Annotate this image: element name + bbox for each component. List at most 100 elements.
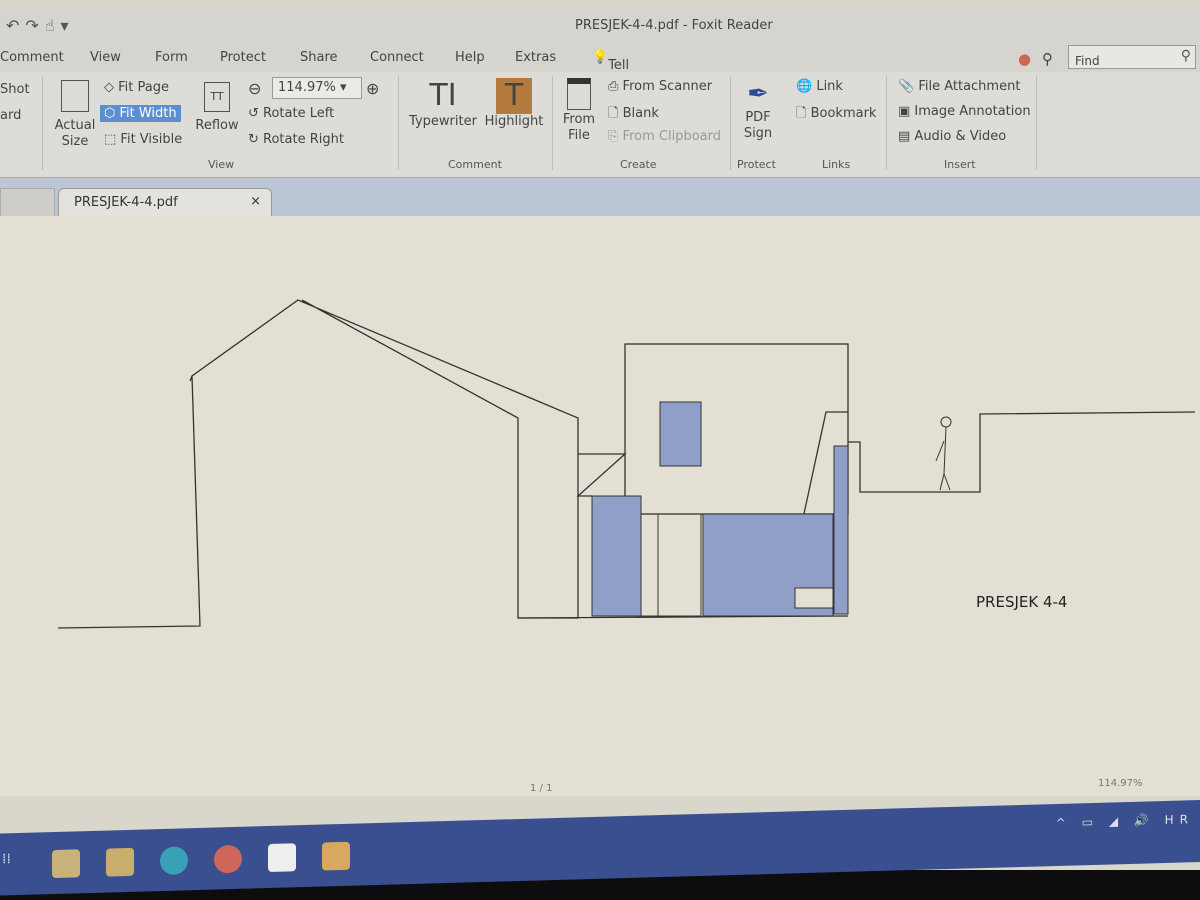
window <box>659 401 702 467</box>
reflow-button[interactable]: TT Reflow <box>194 82 240 134</box>
file-icon <box>567 78 591 110</box>
zoom-value: 114.97% <box>278 80 336 95</box>
highlight-label: Highlight <box>484 114 544 129</box>
task-view-icon[interactable]: ⁞⁞ <box>2 851 30 880</box>
rotate-left-button[interactable]: ↺ Rotate Left <box>248 106 334 121</box>
ribbon: Shot ard Actual Size ◇ Fit Page ⬡ Fit Wi… <box>0 72 1200 178</box>
audio-video-label: Audio & Video <box>914 129 1007 144</box>
actual-size-label: Actual Size <box>54 118 96 149</box>
highlight-button[interactable]: T Highlight <box>484 78 544 130</box>
window-title: PRESJEK-4-4.pdf - Foxit Reader <box>575 18 773 33</box>
firefox-icon[interactable] <box>214 844 242 874</box>
from-scanner-button[interactable]: ⎙ From Scanner <box>608 79 712 94</box>
pdf-sign-label: PDF Sign <box>743 110 773 141</box>
language-indicator[interactable]: HR <box>1165 812 1194 827</box>
foxit-icon[interactable] <box>322 841 350 871</box>
from-file-button[interactable]: From File <box>560 78 598 144</box>
page-icon <box>61 80 89 112</box>
fit-visible-button[interactable]: ⬚ Fit Visible <box>104 132 182 147</box>
fit-width-button[interactable]: ⬡ Fit Width <box>100 105 181 122</box>
image-annotation-label: Image Annotation <box>914 104 1031 119</box>
fit-width-label: Fit Width <box>119 106 177 121</box>
typewriter-label: Typewriter <box>409 114 477 129</box>
fit-page-button[interactable]: ◇ Fit Page <box>104 80 169 95</box>
rotate-right-label: Rotate Right <box>263 132 344 147</box>
skin-icon[interactable]: ● <box>1018 50 1031 68</box>
group-protect-label: Protect <box>737 158 776 171</box>
left-wall-fill <box>591 495 642 617</box>
menu-help[interactable]: Help <box>455 50 485 65</box>
rotate-right-button[interactable]: ↻ Rotate Right <box>248 132 344 147</box>
from-file-label: From File <box>562 112 596 143</box>
upper-volume <box>624 343 849 515</box>
group-comment-label: Comment <box>448 158 502 171</box>
menu-extras[interactable]: Extras <box>515 50 556 65</box>
actual-size-button[interactable]: Actual Size <box>52 80 98 150</box>
menu-form[interactable]: Form <box>155 50 188 65</box>
bookmark-button[interactable]: 🗋 Bookmark <box>796 104 876 126</box>
screen: ↶↷☝▾ PRESJEK-4-4.pdf - Foxit Reader Comm… <box>0 0 1200 870</box>
group-insert-label: Insert <box>944 158 976 171</box>
tab-label: PRESJEK-4-4.pdf <box>74 195 178 210</box>
search-options-icon[interactable]: ⚲ <box>1042 50 1053 68</box>
group-create-label: Create <box>620 158 657 171</box>
tab-document[interactable]: PRESJEK-4-4.pdf × <box>58 188 272 216</box>
file-attachment-label: File Attachment <box>918 79 1021 94</box>
audio-video-button[interactable]: ▤ Audio & Video <box>898 129 1006 144</box>
fit-visible-label: Fit Visible <box>120 132 183 147</box>
document-view[interactable]: PRESJEK 4-4 <box>0 216 1200 796</box>
clipboard-button[interactable]: ard <box>0 108 21 123</box>
section-label: PRESJEK 4-4 <box>976 593 1068 611</box>
fit-page-label: Fit Page <box>118 80 169 95</box>
zoom-out-icon[interactable]: ⊖ <box>248 79 261 98</box>
close-tab-icon[interactable]: × <box>250 194 261 209</box>
find-input[interactable]: Find ⚲ <box>1068 45 1196 69</box>
quick-access-toolbar[interactable]: ↶↷☝▾ <box>6 16 75 35</box>
page-indicator[interactable]: 1 / 1 <box>530 783 552 794</box>
snapshot-button[interactable]: Shot <box>0 82 30 97</box>
menu-comment[interactable]: Comment <box>0 50 64 65</box>
menu-bar: Comment View Form Protect Share Connect … <box>0 42 1200 163</box>
store-icon[interactable] <box>52 849 80 879</box>
from-clipboard-label: From Clipboard <box>622 129 721 144</box>
from-clipboard-button[interactable]: ⎘ From Clipboard <box>608 129 721 144</box>
door <box>640 513 702 617</box>
image-annotation-button[interactable]: ▣ Image Annotation <box>898 104 1031 119</box>
right-wall-fill <box>833 445 849 615</box>
menu-view[interactable]: View <box>90 50 121 65</box>
title-bar: ↶↷☝▾ PRESJEK-4-4.pdf - Foxit Reader <box>0 8 1200 42</box>
bookmark-label: Bookmark <box>810 106 877 121</box>
person-figure <box>935 416 952 491</box>
menu-connect[interactable]: Connect <box>370 50 424 65</box>
file-attachment-button[interactable]: 📎 File Attachment <box>898 79 1020 94</box>
from-scanner-label: From Scanner <box>622 79 713 94</box>
status-bar: 1 / 1 114.97% <box>0 778 1200 800</box>
menu-protect[interactable]: Protect <box>220 50 266 65</box>
search-icon[interactable]: ⚲ <box>1181 48 1191 64</box>
zoom-select[interactable]: 114.97% ▾ <box>272 77 362 99</box>
tab-start[interactable] <box>0 188 55 216</box>
system-tray[interactable]: ^ ▭ ◢ 🔊 HR <box>1056 812 1194 830</box>
edge-icon[interactable] <box>160 846 188 876</box>
pdf-sign-button[interactable]: ✒ PDF Sign <box>738 78 778 142</box>
reflow-label: Reflow <box>195 118 239 133</box>
section-drawing <box>57 299 1196 629</box>
rotate-left-label: Rotate Left <box>263 106 335 121</box>
tab-bar: PRESJEK-4-4.pdf × <box>0 178 1200 216</box>
menu-share[interactable]: Share <box>300 50 338 65</box>
typewriter-button[interactable]: TI Typewriter <box>408 78 478 130</box>
pen-icon: ✒ <box>747 79 769 109</box>
right-terrain <box>848 411 1196 493</box>
tell-me-input[interactable]: 💡 Tell me what you want to do.. <box>592 50 640 163</box>
file-explorer-icon[interactable] <box>106 847 134 877</box>
zoom-in-icon[interactable]: ⊕ <box>366 79 379 98</box>
blank-button[interactable]: 🗋 Blank <box>608 104 659 126</box>
connector <box>576 453 627 497</box>
typewriter-icon: TI <box>429 78 457 113</box>
bench <box>794 587 834 609</box>
7zip-icon[interactable] <box>268 843 296 873</box>
link-button[interactable]: 🌐 Link <box>796 79 843 94</box>
link-label: Link <box>816 79 843 94</box>
blank-label: Blank <box>622 106 659 121</box>
status-zoom[interactable]: 114.97% <box>1098 778 1143 789</box>
